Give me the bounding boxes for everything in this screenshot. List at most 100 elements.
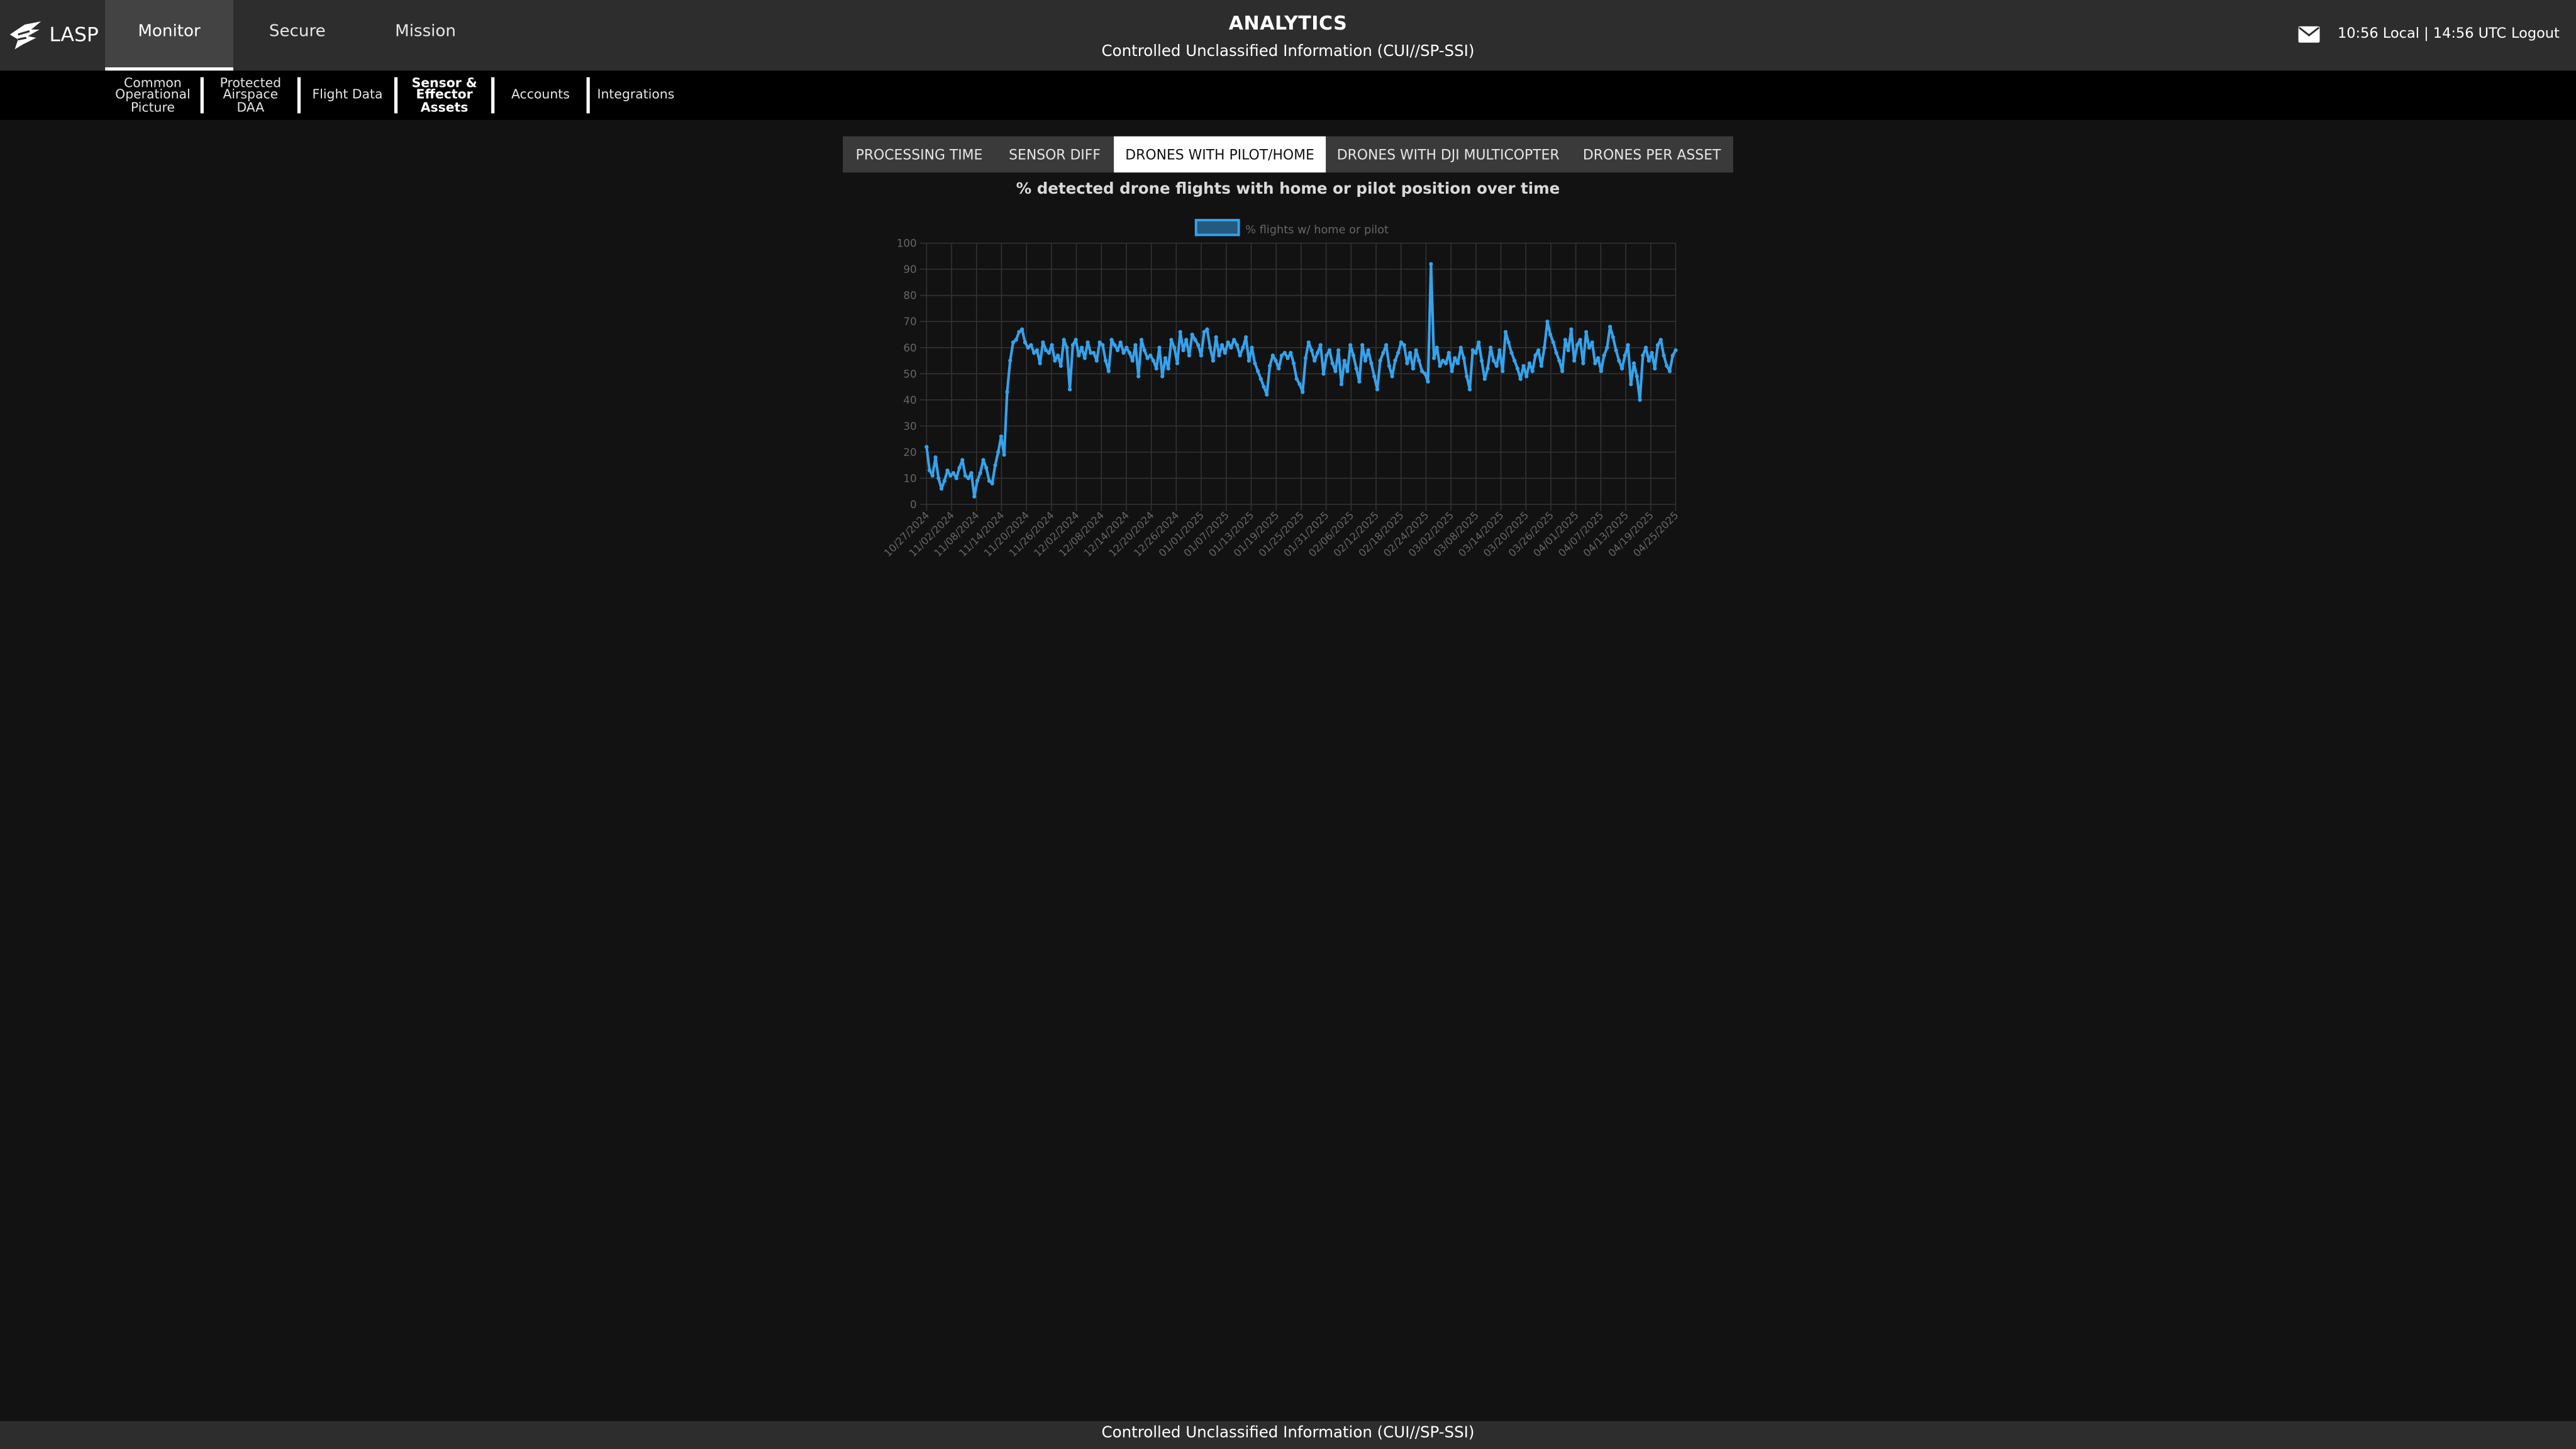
data-point	[1450, 369, 1454, 374]
data-point	[1446, 350, 1451, 355]
data-point	[1646, 358, 1651, 363]
data-point	[1665, 364, 1669, 368]
data-point	[1607, 325, 1613, 329]
data-point	[1378, 358, 1382, 363]
data-point	[1055, 353, 1060, 358]
y-tick-label: 20	[903, 446, 916, 458]
data-point	[1369, 361, 1374, 365]
brand-logo[interactable]: LASP	[8, 18, 99, 51]
subnav-flight-data[interactable]: Flight Data	[301, 70, 394, 119]
data-point	[1103, 358, 1108, 363]
data-point	[1426, 379, 1430, 384]
data-point	[1282, 350, 1287, 355]
legend-swatch	[1194, 219, 1240, 236]
data-point	[936, 476, 941, 480]
data-point	[1593, 361, 1597, 365]
data-point	[1058, 364, 1063, 368]
data-point	[990, 481, 994, 486]
mail-icon[interactable]	[2298, 26, 2320, 43]
data-point	[1366, 348, 1370, 353]
data-point	[1106, 369, 1111, 374]
data-point	[1524, 374, 1529, 379]
tab-mission[interactable]: Mission	[362, 0, 490, 70]
data-point	[1163, 356, 1168, 360]
chart-title: % detected drone flights with home or pi…	[1016, 180, 1560, 199]
data-point	[1193, 338, 1197, 342]
tab-drones-with-dji-multicopter[interactable]: DRONES WITH DJI MULTICOPTER	[1326, 136, 1570, 172]
clock-readout: 10:56 Local | 14:56 UTC	[2337, 26, 2507, 43]
data-point	[1250, 345, 1254, 350]
data-point	[963, 474, 968, 478]
data-point	[1208, 345, 1213, 350]
data-point	[1303, 356, 1308, 360]
data-point	[1414, 348, 1418, 353]
data-point	[1631, 361, 1636, 365]
subnav-sensor-effector-assets[interactable]: Sensor & Effector Assets	[397, 70, 491, 119]
brand-name: LASP	[49, 23, 99, 47]
data-point	[1324, 353, 1329, 358]
data-point	[1351, 353, 1356, 358]
subnav-accounts[interactable]: Accounts	[494, 70, 586, 119]
data-point	[1372, 374, 1377, 379]
data-point	[1623, 353, 1627, 358]
data-point	[999, 434, 1004, 439]
subnav-common-operational-picture[interactable]: Common Operational Picture	[105, 70, 201, 119]
data-point	[1515, 366, 1520, 371]
data-point	[1419, 369, 1424, 374]
y-tick-label: 90	[903, 263, 916, 275]
data-point	[1551, 340, 1556, 345]
data-point	[1405, 361, 1409, 365]
data-point	[1011, 340, 1016, 345]
data-point	[1181, 348, 1185, 353]
data-point	[1091, 350, 1096, 355]
data-point	[1381, 350, 1385, 355]
data-point	[1301, 390, 1305, 394]
data-point	[1438, 364, 1442, 368]
data-point	[1491, 358, 1496, 363]
data-point	[1235, 343, 1239, 347]
data-point	[1411, 366, 1415, 371]
data-point	[945, 468, 950, 473]
tab-processing-time[interactable]: PROCESSING TIME	[843, 136, 996, 172]
tab-drones-with-pilot-home[interactable]: DRONES WITH PILOT/HOME	[1114, 136, 1326, 173]
data-point	[1014, 338, 1018, 342]
data-point	[1097, 340, 1102, 345]
data-point	[1313, 358, 1317, 363]
data-point	[1662, 353, 1666, 358]
data-point	[1354, 366, 1358, 371]
tab-secure[interactable]: Secure	[233, 0, 362, 70]
data-point	[1151, 358, 1156, 363]
data-point	[948, 474, 953, 478]
data-point	[1172, 345, 1177, 350]
data-point	[1563, 338, 1568, 342]
subnav-protected-airspace-daa[interactable]: Protected Airspace DAA	[204, 70, 297, 119]
data-point	[1020, 327, 1024, 331]
data-point	[1587, 345, 1591, 350]
tab-monitor[interactable]: Monitor	[105, 0, 233, 71]
data-point	[1611, 335, 1615, 340]
data-point	[1008, 358, 1013, 363]
data-point	[1217, 353, 1221, 358]
data-point	[1494, 364, 1499, 368]
data-point	[1223, 350, 1228, 355]
data-point	[1399, 340, 1404, 345]
data-point	[1211, 358, 1216, 363]
data-point	[1339, 382, 1344, 387]
data-point	[978, 470, 982, 475]
data-point	[966, 476, 970, 480]
data-point	[1062, 338, 1066, 342]
data-point	[1458, 345, 1463, 350]
data-point	[1357, 379, 1362, 384]
data-point	[1462, 356, 1466, 360]
logout-link[interactable]: Logout	[2511, 26, 2560, 43]
data-point	[1345, 369, 1350, 374]
tab-sensor-diff[interactable]: SENSOR DIFF	[996, 136, 1114, 172]
data-point	[1560, 369, 1565, 374]
subnav-integrations[interactable]: Integrations	[590, 70, 682, 119]
y-tick-label: 60	[903, 341, 916, 354]
data-point	[1566, 348, 1570, 353]
data-point	[1545, 319, 1550, 324]
tab-drones-per-asset[interactable]: DRONES PER ASSET	[1570, 136, 1733, 172]
y-tick-label: 50	[903, 367, 916, 380]
data-point	[957, 465, 962, 470]
